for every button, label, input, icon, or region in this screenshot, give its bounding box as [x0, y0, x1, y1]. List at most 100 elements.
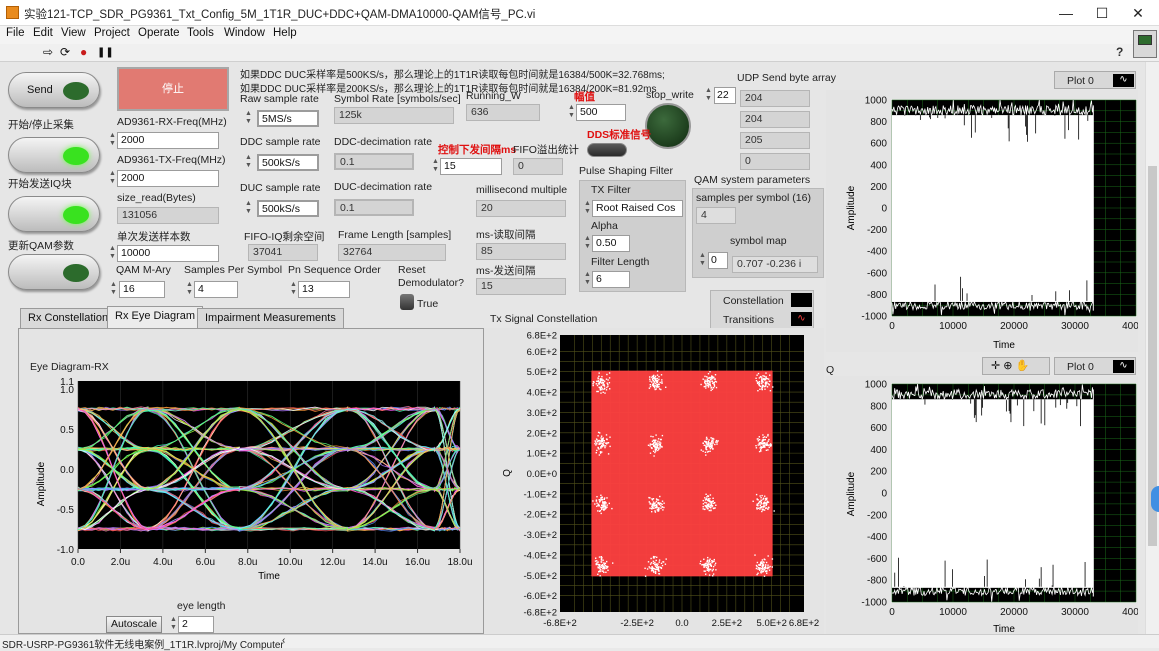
const-ytick-label: -3.0E+2: [523, 530, 557, 541]
const-point: [607, 569, 609, 571]
menu-operate[interactable]: Operate: [138, 27, 180, 39]
const-point: [708, 574, 711, 576]
pn-spinner[interactable]: ▲ ▼: [289, 281, 298, 298]
const-point: [714, 502, 716, 504]
amplitude-spinner[interactable]: ▲ ▼: [567, 104, 576, 121]
menu-window[interactable]: Window: [224, 27, 265, 39]
const-point: [649, 378, 651, 380]
amplitude-field[interactable]: 500: [576, 104, 626, 121]
stop-write-led[interactable]: [645, 103, 691, 149]
maximize-button[interactable]: ☐: [1084, 0, 1120, 26]
udp-index-spinner[interactable]: ▲ ▼: [704, 87, 713, 104]
ctrl-interval-spinner[interactable]: ▲ ▼: [431, 158, 440, 175]
const-point: [711, 386, 713, 389]
close-button[interactable]: ✕: [1120, 0, 1156, 26]
run-continuously-icon[interactable]: ⟳: [60, 45, 70, 59]
const-point: [702, 506, 704, 508]
const-point: [771, 558, 774, 560]
tab-rx-constellation[interactable]: Rx Constellation: [20, 308, 117, 328]
const-point: [661, 506, 664, 508]
alpha-spinner[interactable]: ▲ ▼: [583, 235, 592, 252]
const-point: [597, 390, 599, 393]
filter-length-spinner[interactable]: ▲ ▼: [583, 271, 592, 288]
eye-length-spinner[interactable]: ▲ ▼: [169, 616, 178, 633]
stop-button[interactable]: 停止: [117, 67, 229, 111]
tx-filter-spinner[interactable]: ▲ ▼: [583, 200, 592, 217]
run-arrow-icon[interactable]: ⇨: [43, 45, 53, 59]
menu-project[interactable]: Project: [94, 27, 130, 39]
ctrl-interval-field[interactable]: 15: [440, 158, 502, 175]
tx-freq-field[interactable]: 2000: [117, 170, 219, 187]
menu-tools[interactable]: Tools: [187, 27, 214, 39]
menu-help[interactable]: Help: [273, 27, 297, 39]
const-point: [652, 375, 655, 378]
udp-index[interactable]: 22: [714, 87, 736, 104]
const-point: [653, 445, 655, 447]
tx-freq-spinner[interactable]: ▲ ▼: [108, 170, 117, 187]
const-point: [656, 374, 659, 376]
const-point: [596, 560, 598, 562]
symbol-map-index[interactable]: 0: [708, 252, 728, 269]
side-bubble-icon[interactable]: [1151, 486, 1159, 512]
ddc-rate-field[interactable]: 500kS/s: [257, 154, 319, 171]
const-point: [652, 385, 655, 388]
menu-file[interactable]: File: [6, 27, 25, 39]
eye-length-field[interactable]: 2: [178, 616, 214, 633]
reset-toggle[interactable]: [400, 294, 414, 310]
abort-icon[interactable]: ●: [80, 45, 87, 59]
autoscale-button[interactable]: Autoscale: [106, 616, 162, 633]
duc-rate-spinner[interactable]: ▲ ▼: [244, 200, 253, 217]
const-point: [602, 379, 604, 381]
help-icon[interactable]: ?: [1116, 45, 1123, 59]
pn-field[interactable]: 13: [298, 281, 350, 298]
menu-edit[interactable]: Edit: [33, 27, 53, 39]
const-point: [663, 502, 665, 504]
update-qam-button[interactable]: [8, 196, 100, 232]
tab-rx-eye-diagram[interactable]: Rx Eye Diagram: [107, 306, 204, 328]
const-point: [653, 557, 655, 559]
alpha-field[interactable]: 0.50: [592, 235, 630, 252]
const-point: [648, 501, 650, 503]
const-ytick-label: 6.8E+2: [527, 331, 557, 342]
status-scroll-left-icon[interactable]: ‹: [282, 635, 285, 646]
single-send-spinner[interactable]: ▲ ▼: [108, 245, 117, 262]
duc-rate-field[interactable]: 500kS/s: [257, 200, 319, 217]
pause-icon[interactable]: ❚❚: [97, 47, 114, 58]
i-xtick-label: 30000: [1061, 321, 1089, 332]
const-point: [709, 442, 711, 444]
const-point: [760, 449, 762, 451]
minimize-button[interactable]: —: [1048, 0, 1084, 26]
const-point: [707, 440, 709, 443]
qam-mary-spinner[interactable]: ▲ ▼: [109, 281, 118, 298]
symbol-map-spinner[interactable]: ▲ ▼: [698, 252, 707, 269]
sps-spinner[interactable]: ▲ ▼: [185, 281, 194, 298]
tab-impairment-measurements[interactable]: Impairment Measurements: [197, 308, 344, 328]
send-button[interactable]: Send: [8, 72, 100, 108]
dds-toggle[interactable]: [587, 143, 627, 157]
graph-palette[interactable]: ✛ ⊕ ✋: [982, 357, 1050, 375]
raw-rate-field[interactable]: 5MS/s: [257, 110, 319, 127]
sps-field[interactable]: 4: [194, 281, 238, 298]
raw-rate-label: Raw sample rate: [240, 93, 319, 105]
tx-filter-field[interactable]: Root Raised Cos: [592, 200, 683, 217]
const-point: [707, 565, 710, 568]
const-point: [707, 450, 710, 453]
const-point: [717, 440, 719, 442]
filter-length-field[interactable]: 6: [592, 271, 630, 288]
const-point: [763, 561, 765, 564]
menu-view[interactable]: View: [61, 27, 86, 39]
rx-freq-spinner[interactable]: ▲ ▼: [108, 132, 117, 149]
extra-toggle-button[interactable]: [8, 254, 100, 290]
start-send-iq-button[interactable]: [8, 137, 100, 173]
raw-rate-spinner[interactable]: ▲ ▼: [244, 110, 253, 127]
vertical-scrollbar[interactable]: [1145, 62, 1159, 634]
ddc-rate-spinner[interactable]: ▲ ▼: [244, 154, 253, 171]
const-point: [763, 445, 766, 447]
qam-mary-field[interactable]: 16: [119, 281, 165, 298]
const-point: [609, 445, 611, 448]
single-send-field[interactable]: 10000: [117, 245, 219, 262]
i-ytick-label: 200: [870, 182, 887, 193]
const-point: [712, 573, 715, 575]
rx-freq-field[interactable]: 2000: [117, 132, 219, 149]
const-ytick-label: -6.8E+2: [523, 608, 557, 619]
